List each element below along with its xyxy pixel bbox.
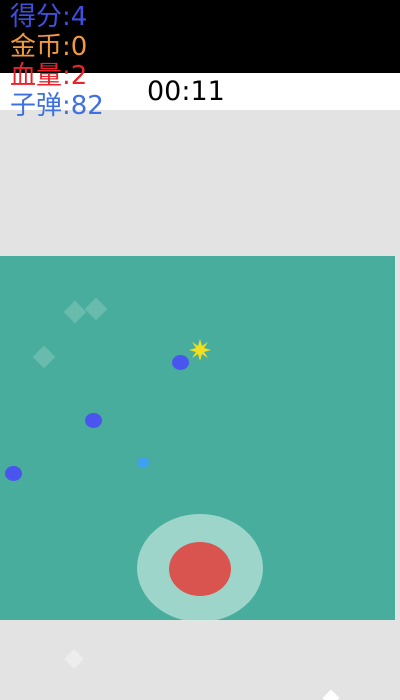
game-timer: 00:11 — [147, 76, 225, 107]
score-label: 得分:4 — [10, 2, 88, 32]
enemy-ball — [5, 466, 22, 481]
background-diamond — [84, 297, 108, 321]
star-burst-icon — [189, 339, 211, 361]
coins-label: 金币:0 — [10, 31, 88, 62]
enemy-ball — [85, 413, 102, 428]
bullets-label: 子弹:82 — [10, 90, 104, 121]
background-diamond — [64, 649, 84, 669]
enemy-ball-small — [137, 457, 149, 468]
hud-stats: 得分:4 金币:0 血量:2 子弹:82 — [10, 2, 104, 121]
game-screen: 得分:4 金币:0 血量:2 子弹:82 00:11 — [0, 0, 400, 700]
background-diamond — [32, 345, 56, 369]
enemy-ball — [172, 355, 189, 370]
joystick-knob[interactable] — [169, 542, 231, 596]
background-diamond — [63, 300, 87, 324]
health-label: 血量:2 — [10, 61, 88, 91]
corner-marker — [322, 689, 340, 700]
